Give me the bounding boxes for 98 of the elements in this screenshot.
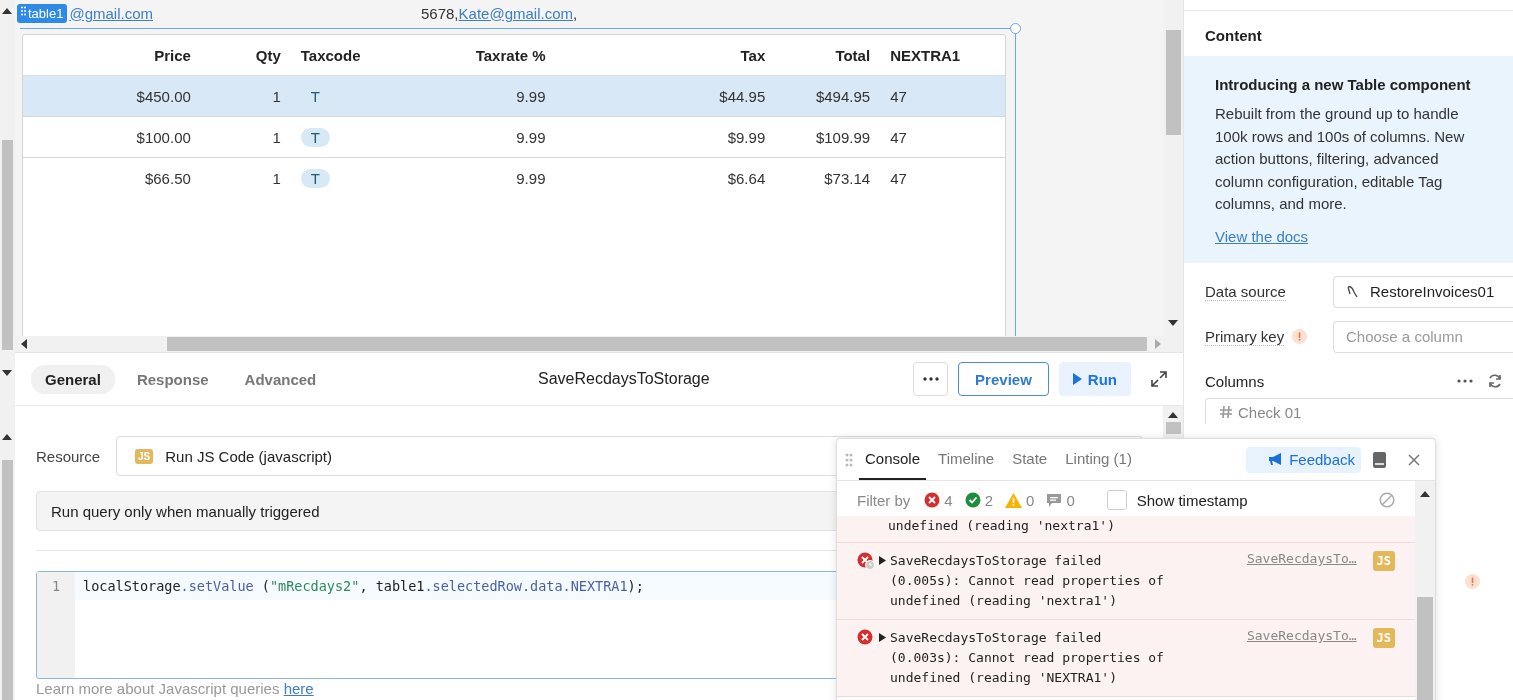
expand-icon[interactable] [1151, 371, 1167, 387]
table-cell: $100.00 [136, 128, 191, 146]
scrollbar-thumb[interactable] [1417, 597, 1433, 700]
run-button[interactable]: Run [1058, 362, 1131, 396]
column-item[interactable]: Check 01 [1205, 397, 1513, 424]
more-icon[interactable] [1457, 379, 1473, 383]
scrollbar-thumb[interactable] [167, 337, 1147, 351]
table-cell: $450.00 [136, 87, 191, 105]
source-link[interactable]: SaveRecdaysTo… [1246, 628, 1357, 643]
warning-icon [1465, 574, 1480, 589]
tab[interactable]: General [31, 364, 115, 394]
help-link[interactable]: here [283, 680, 314, 697]
filter-button[interactable]: 0 [1046, 491, 1075, 509]
column-header[interactable]: Qty [255, 46, 281, 64]
cell-text: 5678, [421, 4, 459, 22]
scroll-down-icon[interactable] [2, 370, 12, 376]
column-header[interactable]: Taxcode [300, 46, 361, 64]
component-badge[interactable]: table1 [17, 3, 68, 23]
clear-icon[interactable] [1379, 492, 1395, 508]
table-cell: 9.99 [516, 169, 546, 187]
scrollbar-thumb[interactable] [2, 460, 13, 700]
filter-label: Filter by [857, 491, 911, 509]
table-cell: 9.99 [516, 128, 546, 146]
field-label: Primary key [1205, 327, 1285, 346]
scroll-down-icon[interactable] [1168, 320, 1178, 326]
table-row[interactable]: $66.50 1 T 9.99 $6.64 $73.14 47 [23, 158, 1005, 198]
table-cell: $494.95 [815, 87, 871, 105]
warning-icon [1292, 329, 1308, 344]
tag: T [300, 127, 330, 147]
data-source-select[interactable]: RestoreInvoices01 [1333, 275, 1513, 308]
column-header[interactable]: Total [835, 46, 871, 64]
table-cell: $6.64 [727, 169, 766, 187]
table-cell: 47 [890, 128, 907, 146]
table-cell: 1 [272, 87, 281, 105]
scroll-up-icon[interactable] [1420, 491, 1430, 497]
source-link[interactable]: SaveRecdaysTo… [1246, 551, 1357, 566]
column-header[interactable]: Tax [740, 46, 766, 64]
email-link[interactable]: Kate@gmail.com [458, 4, 573, 22]
scrollbar-thumb[interactable] [1165, 422, 1181, 434]
table-cell: $109.99 [815, 128, 871, 146]
table-cell: $73.14 [824, 169, 871, 187]
table-row[interactable]: $100.00 1 T 9.99 $9.99 $109.99 47 [23, 117, 1005, 158]
docs-link[interactable]: View the docs [1215, 227, 1309, 245]
more-button[interactable] [913, 362, 949, 396]
table-row[interactable]: $450.00 1 T 9.99 $44.95 $494.95 47 [23, 76, 1005, 117]
code-line: localStorage.setValue ("mRecdays2", table1.selectedRow.data.NEXTRA1); [82, 578, 644, 594]
js-icon: JS [135, 448, 154, 464]
tab[interactable]: Console [859, 439, 927, 480]
scrollbar-thumb[interactable] [2, 140, 13, 350]
close-icon[interactable] [1408, 453, 1420, 466]
book-icon[interactable] [1373, 451, 1386, 468]
column-header[interactable]: NEXTRA1 [890, 46, 961, 64]
line-number: 1 [37, 572, 75, 600]
hash-icon [1220, 406, 1232, 418]
column-header[interactable]: Taxrate % [475, 46, 546, 64]
tag: T [300, 168, 330, 188]
table-cell: $66.50 [144, 169, 191, 187]
query-title: SaveRecdaysToStorage [537, 370, 711, 388]
filter-button[interactable]: 4 [924, 491, 953, 509]
filter-button[interactable]: 2 [964, 491, 994, 509]
table-cell: $9.99 [727, 128, 766, 146]
field-label: Columns [1205, 372, 1266, 390]
table-cell: 1 [272, 128, 281, 146]
drag-handle-icon[interactable] [21, 5, 26, 16]
resize-handle[interactable] [1010, 23, 1021, 34]
cell-text: , [573, 4, 578, 22]
dots-icon [922, 377, 939, 381]
expand-icon[interactable] [879, 556, 886, 565]
column-header[interactable]: Price [154, 46, 191, 64]
table-cell: 9.99 [516, 87, 546, 105]
scroll-up-icon[interactable] [2, 434, 12, 440]
tab[interactable]: Advanced [230, 364, 331, 394]
field-label: Resource [36, 447, 101, 465]
scroll-up-icon[interactable] [1168, 412, 1178, 418]
table-cell: $44.95 [719, 87, 766, 105]
primary-key-field[interactable]: Choose a column [1333, 320, 1513, 353]
js-icon: JS [1372, 551, 1395, 571]
notice-title: Introducing a new Table component [1215, 76, 1472, 93]
scroll-left-icon[interactable] [21, 339, 27, 349]
log-entry[interactable]: SaveRecdaysToStorage failed (0.003s): Cannot read properties of undefined (reading 'NEXTRA1') SaveRecdaysTo… JS [837, 620, 1415, 697]
drag-handle-icon[interactable] [845, 452, 853, 467]
tab[interactable]: Response [122, 364, 223, 394]
expand-icon[interactable] [879, 633, 886, 642]
preview-button[interactable]: Preview [958, 362, 1049, 396]
play-icon [1072, 373, 1082, 385]
table-cell: 1 [272, 169, 281, 187]
notice-text: Rebuilt from the ground up to handle 100k rows and 100s of columns. New action buttons, filtering, advanced column configuration, editable Tag columns, and more. [1215, 104, 1466, 214]
field-label: Data source [1205, 282, 1286, 301]
scrollbar-thumb[interactable] [1166, 30, 1181, 135]
js-icon: JS [1372, 628, 1395, 648]
log-entry[interactable]: SaveRecdaysToStorage failed (0.005s): Cannot read properties of undefined (reading 'nextra1') SaveRecdaysTo… JS [837, 543, 1415, 620]
table-cell: 47 [890, 87, 907, 105]
feedback-button[interactable]: Feedback [1246, 446, 1361, 473]
refresh-icon[interactable] [1487, 373, 1503, 389]
checkbox[interactable] [1106, 490, 1127, 510]
table-cell: 47 [890, 169, 907, 187]
scroll-up-icon[interactable] [2, 8, 12, 14]
email-link[interactable]: @gmail.com [69, 4, 153, 22]
